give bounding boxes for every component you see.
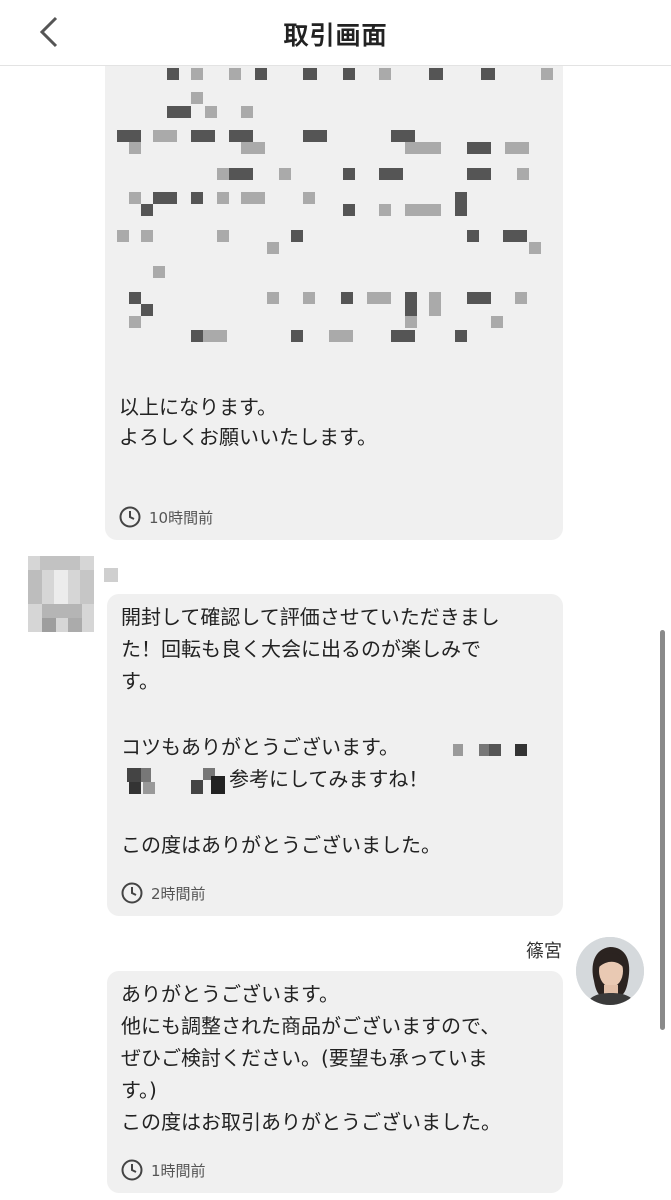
message-line: 他にも調整された商品がございますので、: [121, 1014, 501, 1038]
message-timestamp: 1時間前: [121, 1159, 206, 1181]
timestamp-label: 1時間前: [151, 1161, 206, 1180]
redacted-text-mosaic: [453, 744, 527, 756]
message-line: す。: [121, 669, 159, 693]
page-title: 取引画面: [283, 21, 388, 50]
header-bar: 取引画面: [0, 0, 671, 66]
message-timestamp: 2時間前: [121, 882, 206, 904]
clock-icon: [119, 506, 141, 528]
message-line: この度はありがとうございました。: [121, 833, 441, 857]
avatar[interactable]: [28, 556, 94, 632]
message-line: この度はお取引ありがとうございました。: [121, 1110, 501, 1134]
message-line: 参考にしてみますね！: [229, 767, 429, 791]
timestamp-label: 2時間前: [151, 884, 206, 903]
scrollbar[interactable]: [660, 630, 665, 1030]
message-line: ぜひご検討ください。(要望も承っていま: [121, 1046, 488, 1070]
clock-icon: [121, 882, 143, 904]
profile-photo-icon: [576, 937, 644, 1005]
redacted-text-mosaic: [127, 768, 225, 794]
message-line: た！回転も良く大会に出るのが楽しみで: [121, 637, 481, 661]
timestamp-label: 10時間前: [149, 508, 214, 527]
redacted-username: [104, 568, 118, 582]
message-line: す。): [121, 1078, 157, 1102]
message-bubble: 以上になります。 よろしくお願いいたします。 10時間前: [105, 50, 563, 540]
message-line: ありがとうございます。: [121, 982, 339, 1006]
avatar[interactable]: [576, 937, 644, 1005]
clock-icon: [121, 1159, 143, 1181]
message-line: 開封して確認して評価させていただきまし: [121, 605, 500, 629]
redacted-text-mosaic: [117, 68, 553, 342]
message-bubble: 開封して確認して評価させていただきまし た！回転も良く大会に出るのが楽しみで す…: [107, 594, 563, 916]
sender-name: 篠宮: [526, 941, 562, 962]
message-timestamp: 10時間前: [119, 506, 213, 528]
message-bubble: ありがとうございます。 他にも調整された商品がございますので、 ぜひご検討くださ…: [107, 971, 563, 1193]
message-text: 以上になります。 よろしくお願いいたします。: [119, 395, 377, 449]
